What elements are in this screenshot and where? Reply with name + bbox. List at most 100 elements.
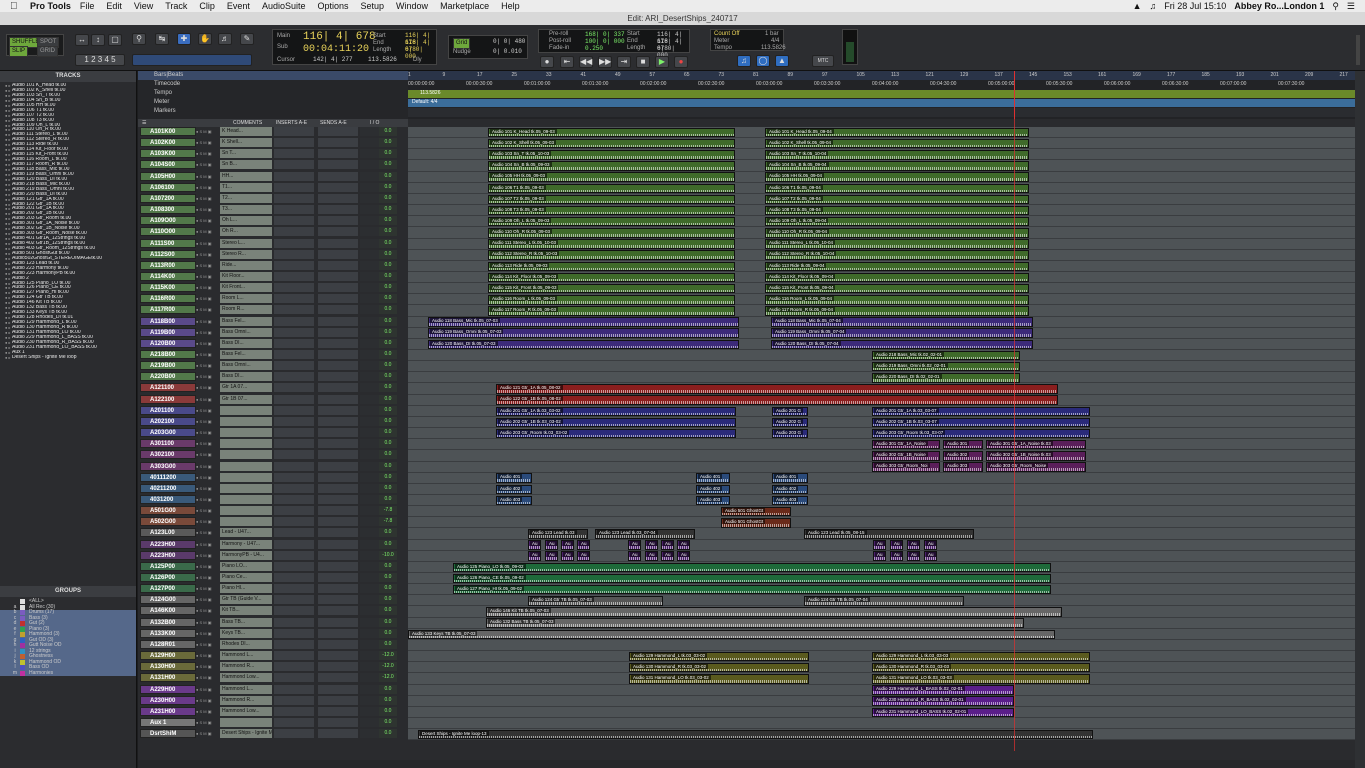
track-volume[interactable]: 0.0	[379, 260, 397, 270]
track-state-buttons[interactable]: ● S M ▣	[196, 350, 218, 359]
audio-clip[interactable]: Audio 202 Gtr_1B tk.03_03-02	[496, 417, 736, 428]
track-name[interactable]: A119B00	[140, 327, 196, 337]
audio-clip[interactable]: Au	[873, 551, 886, 561]
send-slots[interactable]	[318, 651, 358, 661]
audio-clip[interactable]: Audio 303 Gtr_Room_Noi	[872, 462, 940, 472]
insert-slots[interactable]	[274, 171, 314, 181]
track-name[interactable]: A219B00	[140, 361, 196, 371]
track-volume[interactable]: 0.0	[379, 706, 397, 716]
insert-slots[interactable]	[274, 294, 314, 304]
track-state-buttons[interactable]: ● S M ▣	[196, 250, 218, 259]
track-comment[interactable]: K Shell...	[220, 138, 272, 148]
track-comment[interactable]	[220, 405, 272, 415]
audio-clip[interactable]: Audio 403	[696, 495, 730, 506]
audio-clip[interactable]: Audio 229 Hammond_L_BASS tk.02_02-01	[872, 685, 1014, 695]
insert-slots[interactable]	[274, 662, 314, 672]
track-volume[interactable]: 0.0	[379, 628, 397, 638]
track-comment[interactable]: Bass TB...	[220, 617, 272, 627]
track-state-buttons[interactable]: ● S M ▣	[196, 685, 218, 694]
send-slots[interactable]	[318, 238, 358, 248]
postroll-value[interactable]: 100| 0| 000	[585, 38, 625, 45]
send-slots[interactable]	[318, 428, 358, 438]
insert-slots[interactable]	[274, 595, 314, 605]
track-volume[interactable]: 0.0	[379, 138, 397, 148]
track-state-buttons[interactable]: ● S M ▣	[196, 573, 218, 582]
track-name[interactable]: A120B00	[140, 338, 196, 348]
track-state-buttons[interactable]: ● S M ▣	[196, 540, 218, 549]
track-state-buttons[interactable]: ● S M ▣	[196, 172, 218, 181]
track-lane[interactable]: Audio 116 Room_L tk.05_09-03 Audio 116 Ro…	[408, 294, 1355, 306]
track-state-buttons[interactable]: ● S M ▣	[196, 462, 218, 471]
track-state-buttons[interactable]: ● S M ▣	[196, 372, 218, 381]
track-lane[interactable]: Audio 123 Lead tk.03 Audio 123 Lead tk.03…	[408, 528, 1355, 540]
grabber-tool-icon[interactable]: ✋	[198, 33, 212, 45]
scrubber-tool-icon[interactable]: ♬	[218, 33, 232, 45]
track-comment[interactable]	[220, 717, 272, 727]
track-volume[interactable]: 0.0	[379, 595, 397, 605]
audio-clip[interactable]: Audio 114 Kit_Floor tk.05_09-04	[765, 272, 1029, 283]
track-name[interactable]: A109O00	[140, 216, 196, 226]
track-lane[interactable]: Audio 102 K_Shell tk.05_09-03 Audio 102 K…	[408, 138, 1355, 150]
track-state-buttons[interactable]: ● S M ▣	[196, 640, 218, 649]
send-slots[interactable]	[318, 160, 358, 170]
insert-slots[interactable]	[274, 182, 314, 192]
track-comment[interactable]: Kit Front...	[220, 283, 272, 293]
track-volume[interactable]: 0.0	[379, 394, 397, 404]
track-state-buttons[interactable]: ● S M ▣	[196, 127, 218, 136]
track-state-buttons[interactable]: ● S M ▣	[196, 473, 218, 482]
countoff-label[interactable]: Count Off	[714, 31, 740, 37]
track-name[interactable]: A301100	[140, 439, 196, 449]
track-comment[interactable]	[220, 428, 272, 438]
track-comment[interactable]: Room R...	[220, 305, 272, 315]
audio-clip[interactable]: Audio 203 G	[772, 428, 808, 439]
insert-slots[interactable]	[274, 305, 314, 315]
insert-slots[interactable]	[274, 127, 314, 136]
track-name[interactable]: A303G00	[140, 461, 196, 471]
track-name[interactable]: A118B00	[140, 316, 196, 326]
audio-clip[interactable]: Au	[890, 540, 903, 550]
track-comment[interactable]: Piano HI...	[220, 584, 272, 594]
track-volume[interactable]: 0.0	[379, 416, 397, 426]
track-lane[interactable]: Audio 108 T3 tk.05_09-03 Audio 108 T3 tk.…	[408, 205, 1355, 217]
insert-slots[interactable]	[274, 717, 314, 727]
track-lane[interactable]: Audio 302 Gtr_1B_Noise Audio 302 Audio 302…	[408, 450, 1355, 462]
audio-clip[interactable]: Audio 402	[496, 484, 532, 495]
audio-clip[interactable]: Au	[661, 540, 674, 550]
track-lane[interactable]: Audio 129 Hammond_L tk.03_03-02 Audio 129…	[408, 651, 1355, 663]
audio-clip[interactable]: Audio 115 Kit_Front tk.05_09-03	[488, 283, 735, 294]
audio-clip[interactable]: Audio 107 T2 tk.05_09-04	[765, 194, 1029, 205]
track-comment[interactable]: HarmonyPB - U4...	[220, 550, 272, 560]
audio-clip[interactable]: Au	[577, 551, 590, 561]
send-slots[interactable]	[318, 171, 358, 181]
grid-nudge-tools[interactable]	[132, 54, 252, 66]
bars-ruler[interactable]: 1 9 17 25 33 41 49 57 65 73 81 89 97 105 113 121 129 137 1…	[408, 71, 1355, 80]
track-state-buttons[interactable]: ● S M ▣	[196, 595, 218, 604]
track-comment[interactable]	[220, 506, 272, 516]
audio-clip[interactable]: Audio 104 Sn_B tk.05_09-03	[488, 161, 735, 171]
app-menu[interactable]: Pro Tools	[30, 1, 71, 11]
track-name[interactable]: A122100	[140, 394, 196, 404]
menu-track[interactable]: Track	[165, 1, 187, 11]
audio-clip[interactable]: Audio 109 Oh_L tk.05_09-04	[765, 216, 1029, 227]
track-volume[interactable]: 0.0	[379, 372, 397, 382]
track-state-buttons[interactable]: ● S M ▣	[196, 696, 218, 705]
track-name[interactable]: A124G00	[140, 595, 196, 605]
track-state-buttons[interactable]: ● S M ▣	[196, 517, 218, 526]
track-volume[interactable]: 0.0	[379, 483, 397, 493]
track-state-buttons[interactable]: ● S M ▣	[196, 239, 218, 248]
insert-slots[interactable]	[274, 561, 314, 571]
track-lane[interactable]: Audio 301 Gtr_1A_Noise Audio 301 Audio 301…	[408, 439, 1355, 451]
insert-slots[interactable]	[274, 283, 314, 293]
track-comment[interactable]: Oh L...	[220, 216, 272, 226]
track-state-buttons[interactable]: ● S M ▣	[196, 317, 218, 326]
track-comment[interactable]	[220, 517, 272, 527]
track-state-buttons[interactable]: ● S M ▣	[196, 227, 218, 236]
audio-clip[interactable]: Audio 203 Gtr_Room tk.03_03-07	[872, 428, 1090, 439]
track-lane[interactable]: Audio 124 Gtr TB tk.05_07-03 Audio 124 Gt…	[408, 595, 1355, 607]
send-slots[interactable]	[318, 394, 358, 404]
track-lane[interactable]: Audio 104 Sn_B tk.05_09-03 Audio 104 Sn_B…	[408, 160, 1355, 172]
audio-clip[interactable]: Audio 111 Stereo_L tk.05_10-04	[765, 239, 1029, 249]
track-comment[interactable]: Bass Omni...	[220, 327, 272, 337]
audio-clip[interactable]: Audio 302	[943, 451, 983, 461]
track-state-buttons[interactable]: ● S M ▣	[196, 294, 218, 303]
